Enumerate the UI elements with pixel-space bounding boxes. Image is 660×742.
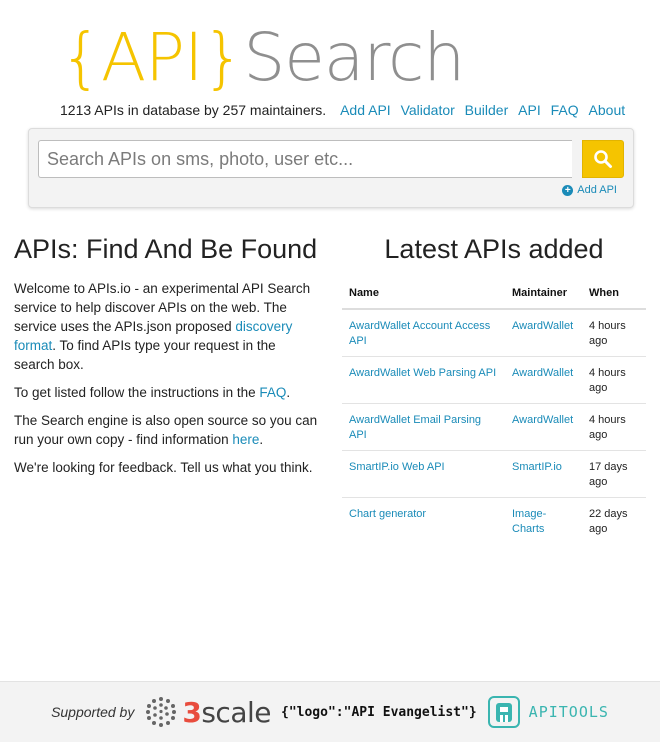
supported-by-label: Supported by: [51, 704, 135, 720]
sponsors-footer: Supported by 3scale {"logo":"API Evangel…: [0, 681, 660, 742]
maintainer-link[interactable]: AwardWallet: [512, 367, 573, 379]
stats-text: 1213 APIs in database by 257 maintainers…: [60, 102, 327, 118]
table-row: AwardWallet Account Access API AwardWall…: [342, 309, 646, 357]
search-button[interactable]: [582, 140, 624, 178]
plus-circle-icon: +: [562, 184, 574, 196]
api-name-link[interactable]: SmartIP.io Web API: [349, 461, 445, 473]
intro-p3-text: The Search engine is also open source so…: [14, 413, 318, 447]
api-name-link[interactable]: AwardWallet Web Parsing API: [349, 367, 496, 379]
threescale-logo[interactable]: 3scale: [144, 695, 271, 729]
nav-api[interactable]: API: [518, 102, 541, 118]
column-header-maintainer: Maintainer: [505, 281, 582, 310]
table-row: SmartIP.io Web API SmartIP.io 17 days ag…: [342, 450, 646, 498]
maintainer-link[interactable]: AwardWallet: [512, 320, 573, 332]
intro-section: APIs: Find And Be Found Welcome to APIs.…: [14, 234, 319, 486]
column-header-when: When: [582, 281, 646, 310]
nav-builder[interactable]: Builder: [465, 102, 509, 118]
nav-faq[interactable]: FAQ: [551, 102, 579, 118]
api-name-link[interactable]: Chart generator: [349, 508, 426, 520]
search-input[interactable]: [38, 140, 572, 178]
search-panel: + Add API: [28, 128, 634, 208]
threescale-three: 3: [182, 695, 202, 729]
latest-apis-heading: Latest APIs added: [384, 234, 604, 264]
site-logo[interactable]: {API}Search: [60, 18, 465, 98]
added-when: 4 hours ago: [582, 356, 646, 404]
added-when: 22 days ago: [589, 508, 628, 535]
apitools-logo[interactable]: APITOOLS: [487, 695, 609, 729]
maintainer-link[interactable]: SmartIP.io: [512, 461, 562, 473]
maintainer-link[interactable]: AwardWallet: [512, 414, 573, 426]
stats-nav-bar: 1213 APIs in database by 257 maintainers…: [60, 102, 625, 118]
logo-search-text: Search: [243, 19, 465, 96]
threescale-dots-icon: [146, 697, 177, 727]
added-when: 17 days ago: [582, 450, 646, 498]
intro-p2-text: To get listed follow the instructions in…: [14, 385, 260, 400]
intro-paragraph-4: We're looking for feedback. Tell us what…: [14, 460, 313, 475]
api-name-link[interactable]: AwardWallet Email Parsing API: [349, 414, 481, 441]
table-header-row: Name Maintainer When: [342, 281, 646, 310]
logo-api-text: {API}: [60, 19, 244, 96]
apitools-icon: [487, 696, 520, 728]
apitools-wordmark: APITOOLS: [528, 703, 609, 721]
nav-validator[interactable]: Validator: [401, 102, 455, 118]
here-link[interactable]: here: [232, 432, 259, 447]
threescale-rest: scale: [201, 695, 271, 729]
intro-paragraph-1: Welcome to APIs.io - an experimental API…: [14, 279, 319, 374]
add-api-link[interactable]: + Add API: [562, 184, 617, 196]
nav-add-api[interactable]: Add API: [340, 102, 391, 118]
intro-heading: APIs: Find And Be Found: [14, 234, 318, 264]
table-row: Chart generator Image-Charts 22 days ago: [342, 498, 646, 545]
added-when: 4 hours ago: [582, 309, 646, 357]
api-evangelist-logo[interactable]: {"logo":"API Evangelist"}: [281, 705, 477, 720]
added-when: 4 hours ago: [582, 403, 646, 451]
column-header-name: Name: [342, 281, 505, 310]
latest-apis-section: Latest APIs added Name Maintainer When A…: [342, 234, 646, 544]
threescale-wordmark: 3scale: [182, 696, 271, 729]
api-name-link[interactable]: AwardWallet Account Access API: [349, 320, 490, 347]
intro-p1-text-end: . To find APIs type your request in the …: [14, 338, 276, 372]
table-row: AwardWallet Web Parsing API AwardWallet …: [342, 356, 646, 404]
nav-about[interactable]: About: [589, 102, 626, 118]
intro-paragraph-3: The Search engine is also open source so…: [14, 411, 319, 449]
intro-p2-text-end: .: [286, 385, 291, 400]
intro-paragraph-2: To get listed follow the instructions in…: [14, 383, 319, 402]
add-api-label: Add API: [577, 184, 617, 196]
intro-p3-text-end: .: [259, 432, 264, 447]
table-row: AwardWallet Email Parsing API AwardWalle…: [342, 403, 646, 451]
maintainer-link[interactable]: Image-Charts: [512, 508, 546, 535]
faq-link[interactable]: FAQ: [259, 385, 286, 400]
search-icon: [594, 150, 612, 168]
latest-apis-table: Name Maintainer When AwardWallet Account…: [342, 281, 646, 544]
